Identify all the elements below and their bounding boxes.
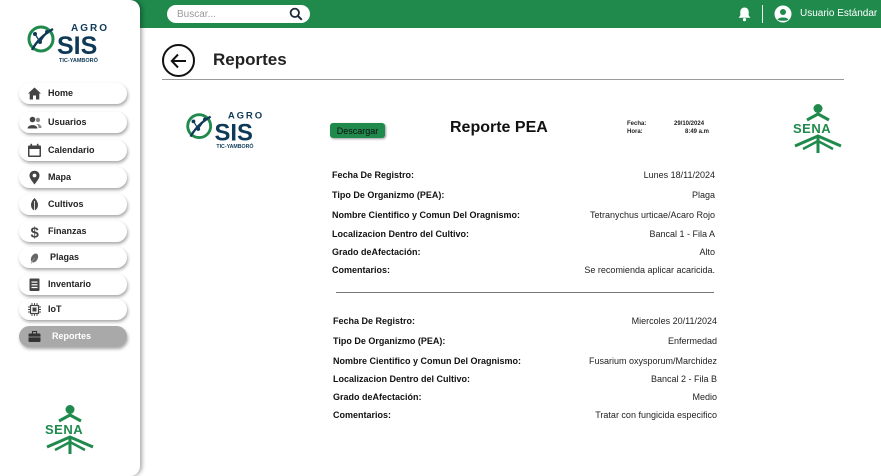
map-pin-icon [29, 170, 40, 185]
sidebar-item-label: Reportes [52, 331, 92, 341]
briefcase-icon [28, 330, 41, 342]
sena-logo-icon: SENA [45, 405, 94, 454]
back-button[interactable] [162, 44, 195, 77]
hora-value: 8:49 a.m [685, 129, 710, 135]
page-title: Reportes [213, 50, 287, 69]
calendar-icon [28, 143, 41, 157]
record-field-value: Bancal 1 - Fila A [649, 229, 715, 239]
record-field-label: Grado deAfectación: [332, 247, 421, 257]
clipboard-icon [29, 278, 40, 291]
sena-logo-icon: SENA [793, 104, 842, 153]
record-field-label: Localizacion Dentro del Cultivo: [333, 374, 471, 384]
record-field-value: Tratar con fungicida especifico [595, 410, 717, 420]
svg-text:$: $ [31, 225, 40, 240]
sidebar-item-finanzas[interactable]: $ Finanzas [19, 221, 127, 242]
report-record-2: Fecha De Registro: Miercoles 20/11/2024 … [333, 316, 717, 426]
sidebar-item-plagas[interactable]: Plagas [19, 247, 127, 268]
sidebar-item-label: Inventario [48, 279, 92, 289]
record-field-value: Tetranychus urticae/Acaro Rojo [589, 210, 715, 220]
sidebar-item-calendario[interactable]: Calendario [19, 140, 127, 161]
record-divider [336, 292, 714, 293]
users-icon [27, 116, 42, 129]
record-field-value: Plaga [691, 190, 715, 200]
sidebar-item-label: Cultivos [48, 199, 84, 209]
record-field-value: Fusarium oxysporum/Marchidez [588, 356, 717, 366]
fecha-label: Fecha: [627, 121, 647, 127]
report-record-1: Fecha De Registro: Lunes 18/11/2024 Tipo… [332, 170, 715, 280]
sena-text: SENA [45, 422, 83, 437]
user-name[interactable]: Usuario Estándar [800, 8, 877, 19]
sidebar-item-home[interactable]: Home [19, 83, 127, 104]
sidebar-item-iot[interactable]: IoT [19, 299, 127, 320]
search-input[interactable] [177, 7, 287, 21]
sidebar-item-inventario[interactable]: Inventario [19, 274, 127, 295]
search-icon[interactable] [289, 7, 303, 21]
search-box[interactable] [167, 5, 310, 23]
hora-label: Hora: [627, 129, 643, 135]
record-field-value: Alto [699, 247, 715, 257]
download-button[interactable]: Descargar [330, 123, 385, 138]
arrow-left-icon [170, 53, 186, 69]
agrosis-logo-mark-icon: AGRO SIS TIC-YAMBORÓ [186, 111, 262, 150]
logo-sis-text: SIS [214, 119, 252, 146]
record-field-value: Bancal 2 - Fila B [650, 374, 717, 384]
chip-icon [28, 303, 41, 316]
sena-text: SENA [793, 121, 831, 136]
record-field-label: Tipo De Organizmo (PEA): [332, 190, 445, 200]
record-field-label: Nombre Cientifico y Comun Del Oragnismo: [332, 210, 521, 220]
record-field-label: Tipo De Organizmo (PEA): [333, 336, 446, 346]
sena-logo: SENA [43, 404, 97, 461]
sidebar-item-label: Usuarios [48, 117, 87, 127]
report-agrosis-logo: AGRO SIS TIC-YAMBORÓ [184, 108, 264, 155]
fecha-value: 29/10/2024 [674, 121, 705, 127]
report-sena-logo: SENA [791, 103, 845, 160]
user-avatar-icon[interactable] [774, 5, 792, 23]
sidebar: AGRO SIS TIC-YAMBORÓ Home Usuarios Calen… [0, 0, 140, 476]
agrosis-logo-mark-icon: AGRO SIS TIC-YAMBORÓ [27, 23, 107, 64]
record-field-label: Fecha De Registro: [333, 316, 416, 326]
logo-sub-text: TIC-YAMBORÓ [59, 56, 99, 64]
leaf-icon [30, 198, 39, 212]
title-divider [162, 79, 844, 80]
record-field-value: Medio [692, 392, 717, 402]
agrosis-logo: AGRO SIS TIC-YAMBORÓ [26, 20, 108, 69]
sidebar-item-mapa[interactable]: Mapa [19, 167, 127, 188]
sidebar-item-label: Mapa [48, 172, 72, 182]
record-field-value: Lunes 18/11/2024 [643, 170, 715, 180]
bug-icon [30, 253, 39, 264]
record-field-label: Comentarios: [333, 410, 392, 420]
sidebar-item-label: IoT [48, 304, 62, 314]
sidebar-item-label: Calendario [48, 145, 95, 155]
record-field-label: Fecha De Registro: [332, 170, 415, 180]
notification-bell-icon[interactable] [737, 6, 752, 22]
logo-sub-text: TIC-YAMBORÓ [216, 142, 253, 150]
record-field-label: Grado deAfectación: [333, 392, 422, 402]
report-title: Reporte PEA [450, 119, 548, 136]
record-field-value: Miercoles 20/11/2024 [631, 316, 717, 326]
record-field-value: Se recomienda aplicar acaricida. [584, 265, 715, 275]
record-field-label: Nombre Cientifico y Comun Del Oragnismo: [333, 356, 522, 366]
sidebar-item-label: Home [48, 88, 74, 98]
topbar-divider [762, 5, 763, 23]
sidebar-item-reportes[interactable]: Reportes [19, 326, 127, 347]
logo-sis-text: SIS [57, 32, 97, 60]
dollar-icon: $ [31, 225, 40, 240]
record-field-label: Localizacion Dentro del Cultivo: [332, 229, 470, 239]
sidebar-item-label: Finanzas [48, 226, 87, 236]
record-field-label: Comentarios: [332, 265, 391, 275]
home-icon [28, 87, 41, 100]
sidebar-item-usuarios[interactable]: Usuarios [19, 112, 127, 133]
sidebar-item-label: Plagas [50, 252, 80, 262]
record-field-value: Enfermedad [667, 336, 717, 346]
sidebar-item-cultivos[interactable]: Cultivos [19, 194, 127, 215]
